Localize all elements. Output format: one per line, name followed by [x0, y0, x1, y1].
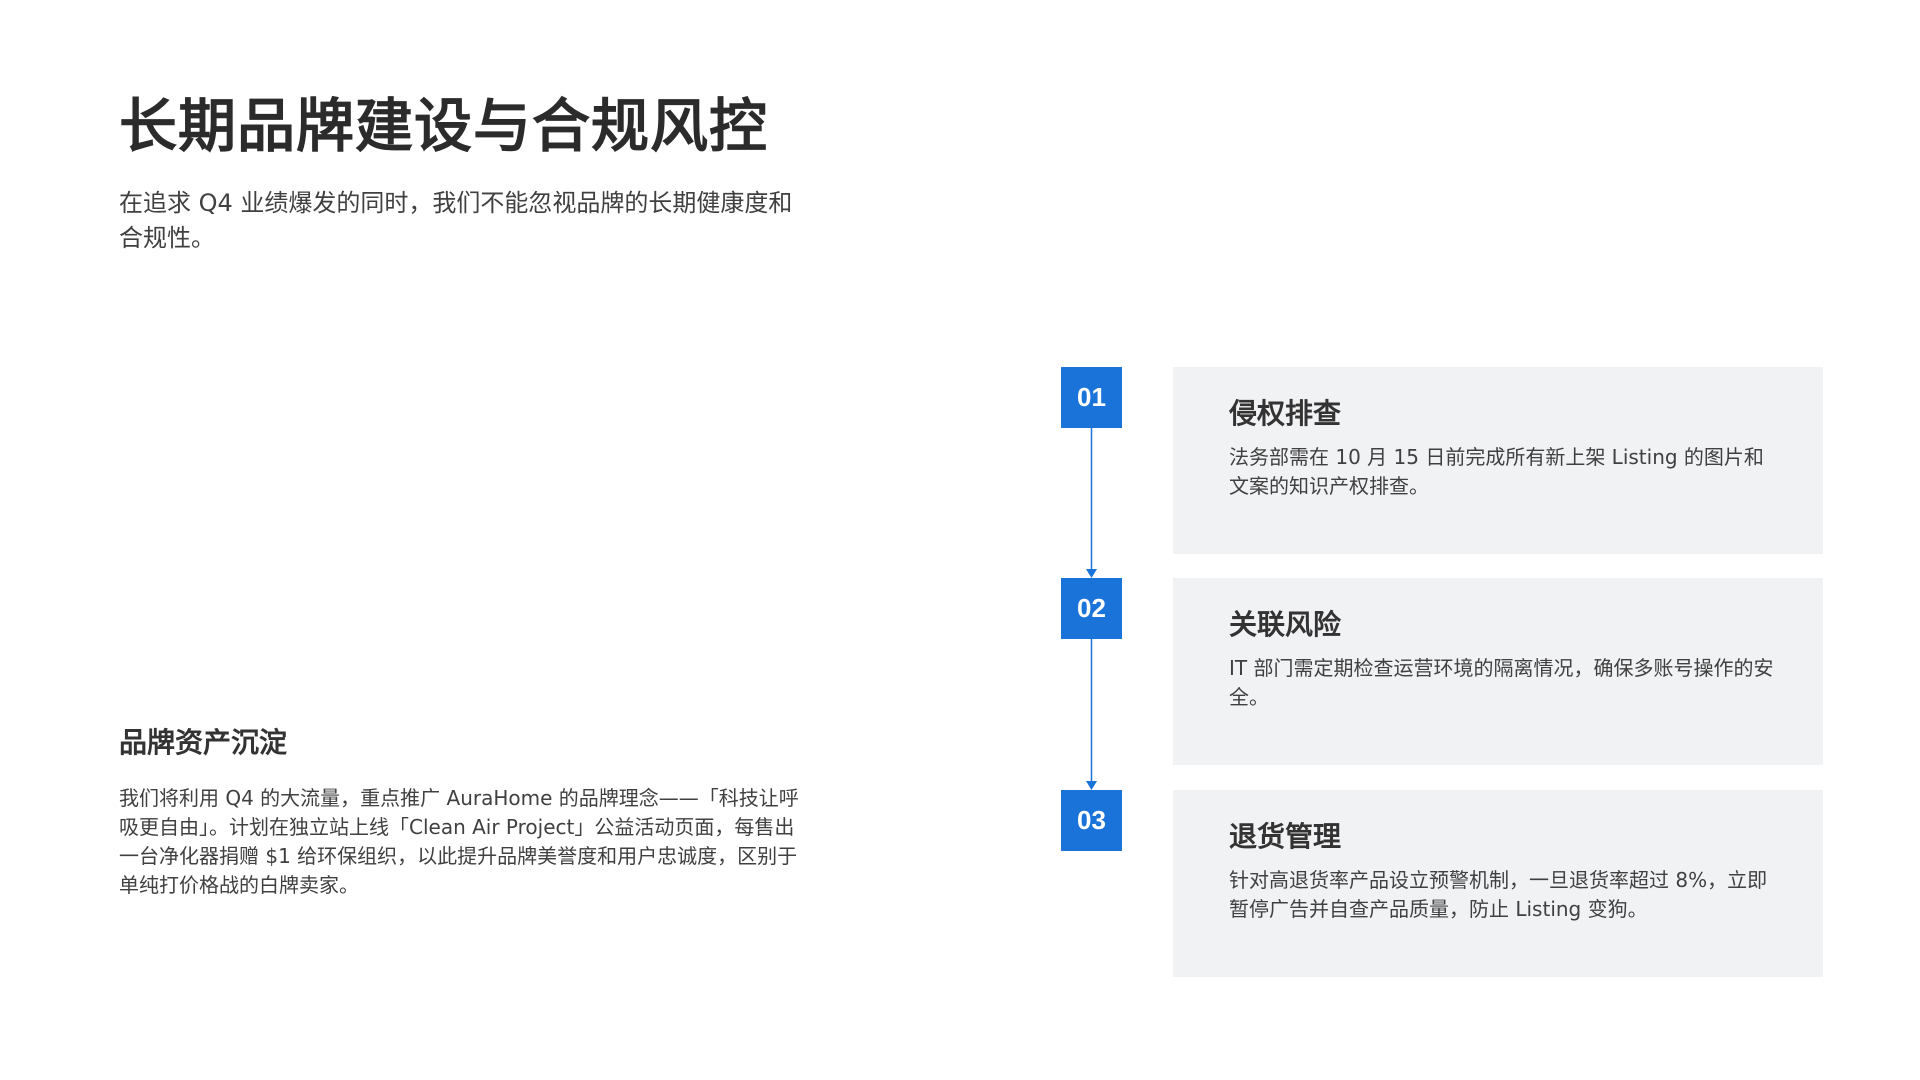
brand-section-heading: 品牌资产沉淀: [119, 726, 288, 759]
timeline-arrowhead-3: [1086, 781, 1097, 790]
step-card-infringement-check: 侵权排查 法务部需在 10 月 15 日前完成所有新上架 Listing 的图片…: [1173, 367, 1823, 554]
step-number-02: 02: [1061, 578, 1122, 639]
step-description: 针对高退货率产品设立预警机制，一旦退货率超过 8%，立即暂停广告并自查产品质量，…: [1229, 868, 1768, 921]
step-title: 侵权排查: [1229, 397, 1342, 430]
step-card-return-management: 退货管理 针对高退货率产品设立预警机制，一旦退货率超过 8%，立即暂停广告并自查…: [1173, 790, 1823, 977]
timeline-arrowhead-2: [1086, 569, 1097, 578]
step-title: 关联风险: [1229, 608, 1342, 641]
page-title: 长期品牌建设与合规风控: [119, 92, 769, 160]
step-number-03: 03: [1061, 790, 1122, 851]
step-description: 法务部需在 10 月 15 日前完成所有新上架 Listing 的图片和文案的知…: [1229, 445, 1764, 498]
step-card-association-risk: 关联风险 IT 部门需定期检查运营环境的隔离情况，确保多账号操作的安全。: [1173, 578, 1823, 765]
step-title: 退货管理: [1229, 820, 1342, 853]
page-subtitle: 在追求 Q4 业绩爆发的同时，我们不能忽视品牌的长期健康度和合规性。: [119, 189, 793, 252]
brand-section-body: 我们将利用 Q4 的大流量，重点推广 AuraHome 的品牌理念——「科技让呼…: [119, 786, 799, 897]
step-description: IT 部门需定期检查运营环境的隔离情况，确保多账号操作的安全。: [1229, 656, 1774, 709]
step-number-01: 01: [1061, 367, 1122, 428]
